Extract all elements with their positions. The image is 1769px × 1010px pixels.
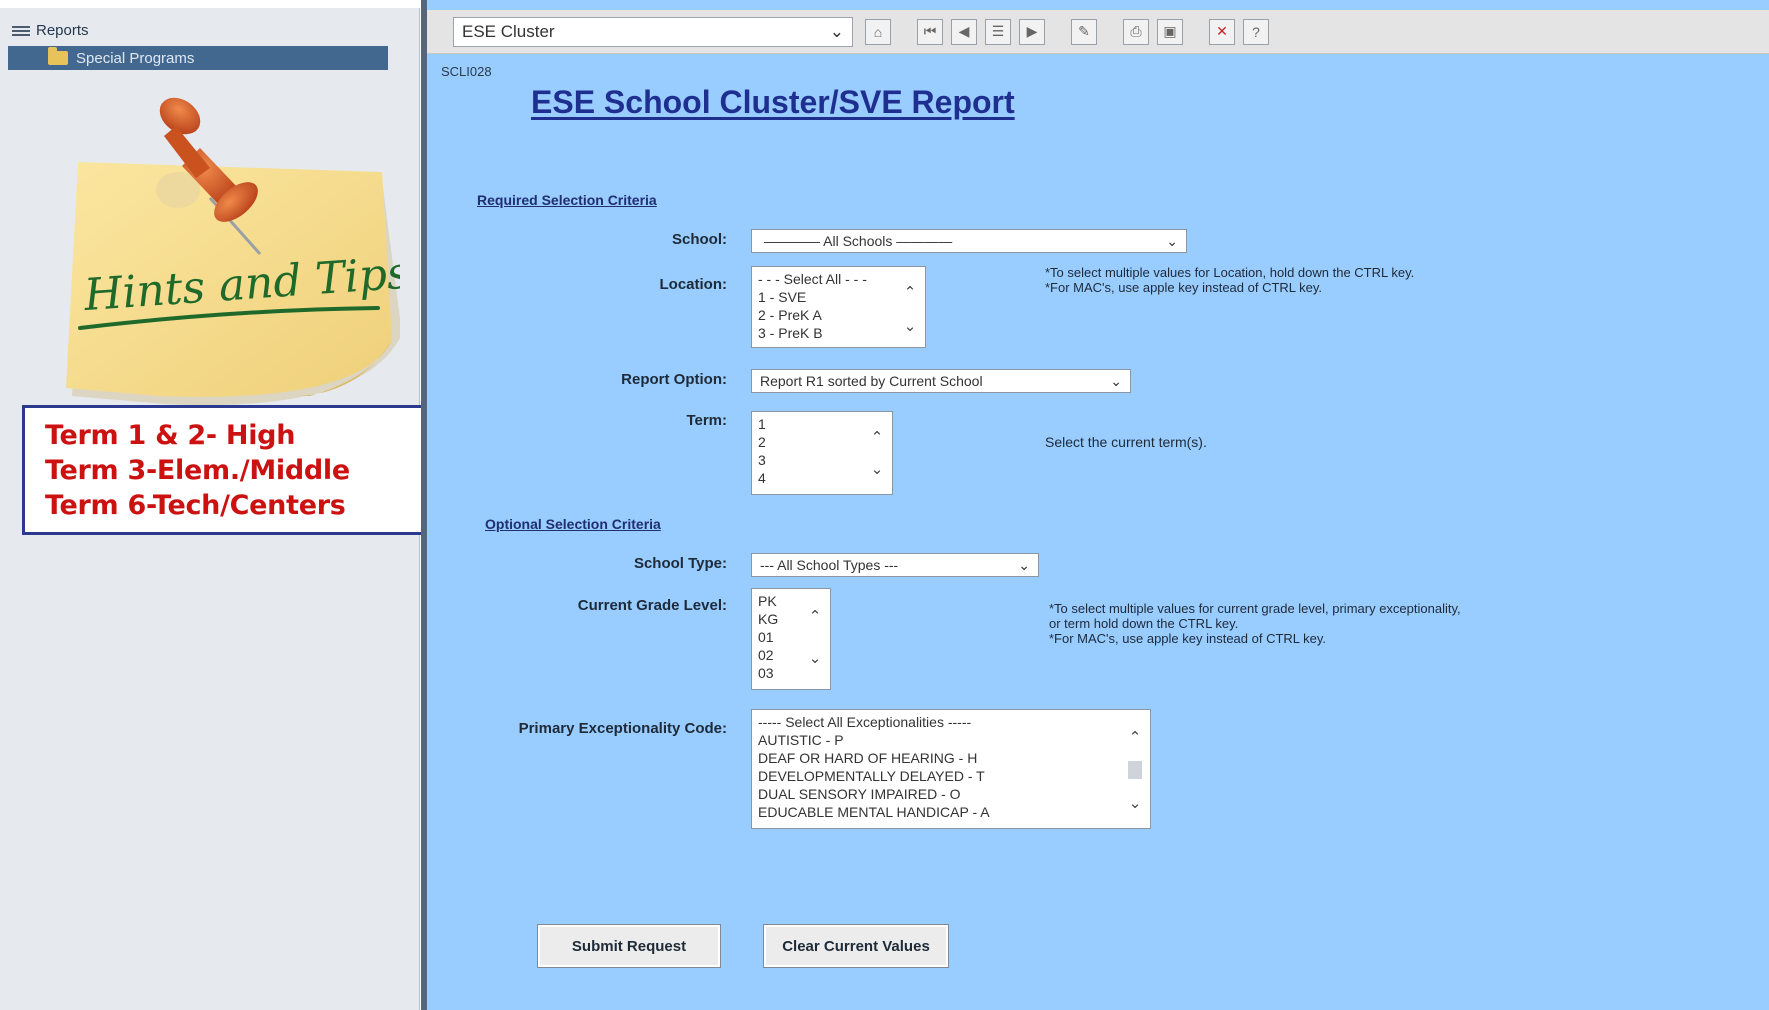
- list-option[interactable]: - - - Select All - - -: [758, 270, 919, 288]
- chevron-down-icon: ⌄: [1018, 556, 1030, 573]
- listbox-scrollbar[interactable]: ⌃ ⌄: [866, 428, 888, 478]
- exceptionality-label: Primary Exceptionality Code:: [518, 720, 727, 737]
- school-select-value: ———— All Schools ————: [764, 233, 953, 249]
- grade-level-hint: *To select multiple values for current g…: [1049, 601, 1461, 646]
- home-icon[interactable]: ⌂: [865, 18, 891, 45]
- close-icon[interactable]: ✕: [1209, 18, 1235, 45]
- location-hint: *To select multiple values for Location,…: [1045, 265, 1415, 295]
- print-icon[interactable]: ⎙: [1123, 18, 1149, 45]
- school-type-label: School Type:: [633, 555, 727, 572]
- report-option-label: Report Option:: [621, 371, 727, 388]
- term-hint: Select the current term(s).: [1045, 434, 1207, 450]
- list-option[interactable]: 3 - PreK B: [758, 324, 919, 342]
- chevron-down-icon[interactable]: ⌄: [1129, 794, 1142, 812]
- listbox-scrollbar[interactable]: ⌃ ⌄: [804, 607, 826, 667]
- save-icon[interactable]: ▣: [1157, 18, 1183, 45]
- location-label: Location:: [659, 276, 728, 293]
- page-title: ESE School Cluster/SVE Report: [531, 84, 1015, 120]
- previous-record-icon[interactable]: ◀: [951, 18, 977, 45]
- submit-request-button[interactable]: Submit Request: [537, 924, 721, 968]
- report-panel: ESE Cluster ⌄ ⌂ ⏮ ◀ ☰ ▶ ✎ ⎙ ▣ ✕ ? SCLI02…: [421, 0, 1769, 1010]
- sidebar-top-edge: [0, 0, 420, 8]
- callout-line-1: Term 1 & 2- High: [45, 420, 296, 451]
- tree-item-special-programs[interactable]: Special Programs: [8, 46, 388, 70]
- list-option[interactable]: ----- Select All Exceptionalities -----: [758, 713, 1144, 731]
- callout-line-2: Term 3-Elem./Middle: [45, 455, 350, 486]
- clear-current-values-button[interactable]: Clear Current Values: [763, 924, 949, 968]
- list-option[interactable]: AUTISTIC - P: [758, 731, 1144, 749]
- optional-section-title: Optional Selection Criteria: [485, 516, 661, 532]
- folder-icon: [48, 47, 68, 65]
- last-record-icon[interactable]: ▶: [1019, 18, 1045, 45]
- list-option[interactable]: DEVELOPMENTALLY DELAYED - T: [758, 767, 1144, 785]
- scroll-thumb[interactable]: [1128, 761, 1142, 779]
- list-option[interactable]: 2 - PreK A: [758, 306, 919, 324]
- location-listbox[interactable]: - - - Select All - - - 1 - SVE 2 - PreK …: [751, 266, 926, 348]
- list-option[interactable]: DEAF OR HARD OF HEARING - H: [758, 749, 1144, 767]
- grade-level-listbox[interactable]: PK KG 01 02 03 ⌃ ⌄: [751, 588, 831, 690]
- chevron-up-icon[interactable]: ⌃: [871, 428, 884, 446]
- tree-item-special-programs-label: Special Programs: [76, 49, 195, 67]
- tree-item-reports[interactable]: Reports: [12, 22, 89, 39]
- chevron-down-icon[interactable]: ⌄: [904, 317, 917, 335]
- chevron-up-icon[interactable]: ⌃: [904, 283, 917, 301]
- list-option[interactable]: DUAL SENSORY IMPAIRED - O: [758, 785, 1144, 803]
- form-id: SCLI028: [441, 64, 492, 79]
- toolbar: ESE Cluster ⌄ ⌂ ⏮ ◀ ☰ ▶ ✎ ⎙ ▣ ✕ ?: [427, 10, 1769, 54]
- list-option[interactable]: 1 - SVE: [758, 288, 919, 306]
- school-type-select[interactable]: --- All School Types --- ⌄: [751, 553, 1039, 577]
- callout-line-3: Term 6-Tech/Centers: [45, 490, 346, 521]
- report-select-value: ESE Cluster: [462, 21, 555, 41]
- chevron-down-icon: ⌄: [1110, 372, 1122, 389]
- report-select[interactable]: ESE Cluster ⌄: [453, 16, 853, 47]
- chevron-down-icon: ⌄: [829, 21, 844, 41]
- report-option-select[interactable]: Report R1 sorted by Current School ⌄: [751, 369, 1131, 393]
- school-type-value: --- All School Types ---: [760, 557, 899, 573]
- edit-icon[interactable]: ✎: [1071, 18, 1097, 45]
- next-record-icon[interactable]: ☰: [985, 18, 1011, 45]
- chevron-up-icon[interactable]: ⌃: [809, 607, 822, 625]
- first-record-icon[interactable]: ⏮: [917, 18, 943, 45]
- chevron-down-icon[interactable]: ⌄: [809, 649, 822, 667]
- list-option[interactable]: EDUCABLE MENTAL HANDICAP - A: [758, 803, 1144, 821]
- report-option-value: Report R1 sorted by Current School: [760, 373, 983, 389]
- list-icon: [12, 25, 30, 36]
- grade-level-label: Current Grade Level:: [577, 597, 727, 614]
- chevron-up-icon[interactable]: ⌃: [1129, 728, 1142, 746]
- listbox-scrollbar[interactable]: ⌃ ⌄: [899, 283, 921, 335]
- term-listbox[interactable]: 1 2 3 4 ⌃ ⌄: [751, 411, 893, 495]
- tree-item-reports-label: Reports: [36, 22, 89, 39]
- hints-and-tips-note: Hints and Tips: [66, 97, 400, 406]
- school-label: School:: [672, 231, 727, 248]
- term-label: Term:: [686, 412, 727, 429]
- required-section-title: Required Selection Criteria: [477, 192, 657, 208]
- help-icon[interactable]: ?: [1243, 18, 1269, 45]
- exceptionality-listbox[interactable]: ----- Select All Exceptionalities ----- …: [751, 709, 1151, 829]
- chevron-down-icon: ⌄: [1166, 232, 1178, 249]
- listbox-scrollbar[interactable]: ⌃ ⌄: [1124, 728, 1146, 812]
- chevron-down-icon[interactable]: ⌄: [871, 460, 884, 478]
- term-callout-box: Term 1 & 2- High Term 3-Elem./Middle Ter…: [22, 405, 426, 535]
- school-select[interactable]: ———— All Schools ———— ⌄: [751, 229, 1187, 253]
